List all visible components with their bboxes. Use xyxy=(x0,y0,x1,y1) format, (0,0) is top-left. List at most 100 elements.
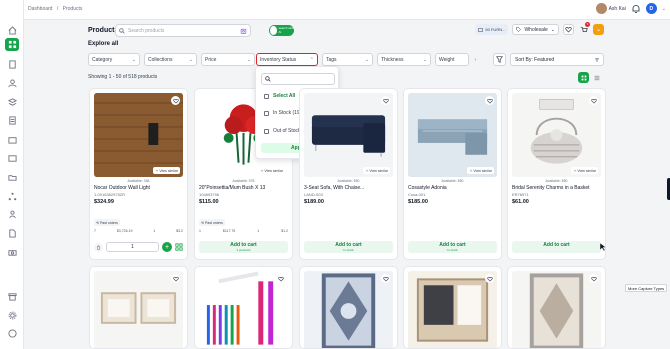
product-image[interactable]: ✧ View similar xyxy=(408,93,497,177)
home-icon[interactable] xyxy=(5,24,19,36)
trash-icon[interactable] xyxy=(94,242,103,252)
checkbox[interactable] xyxy=(264,110,269,116)
product-image[interactable]: ✧ View similar xyxy=(304,93,393,177)
favorite-button[interactable] xyxy=(171,96,180,105)
view-similar-button[interactable]: ✧ View similar xyxy=(571,167,598,174)
product-card[interactable]: ✧ View similar Available: 850 Bridal Sere… xyxy=(507,88,606,260)
filter-price[interactable]: Price ⌄ xyxy=(201,53,255,66)
ai-search-toggle[interactable]: search with AI xyxy=(269,25,294,36)
product-card[interactable] xyxy=(89,266,188,349)
favorite-button[interactable] xyxy=(485,274,494,283)
option-select-all[interactable]: Select All xyxy=(264,93,295,99)
briefcase-icon[interactable] xyxy=(5,133,19,145)
camera-icon[interactable] xyxy=(5,246,19,258)
filter-label: Thickness xyxy=(381,56,404,63)
image-search-icon[interactable] xyxy=(240,28,247,34)
product-card[interactable]: ✧ View similar Available: 650 3-Seat Sofa… xyxy=(299,88,398,260)
checkbox[interactable] xyxy=(264,93,269,99)
favorite-button[interactable] xyxy=(381,274,390,283)
breadcrumb-dashboard[interactable]: Dashboard xyxy=(28,6,52,12)
filter-category[interactable]: Category ⌄ xyxy=(88,53,140,66)
add-to-cart-button[interactable]: Add to cart In stock xyxy=(408,241,497,253)
team-icon[interactable] xyxy=(5,208,19,220)
filter-tags[interactable]: Tags ⌄ xyxy=(322,53,373,66)
product-card[interactable] xyxy=(507,266,606,349)
order-stats: 1 $117.75 1 $1.2 xyxy=(199,229,288,233)
add-to-cart-button[interactable]: Add to cart In stock xyxy=(304,241,393,253)
filter-button[interactable] xyxy=(493,53,506,66)
add-to-cart-button[interactable]: Add to cart 1 products xyxy=(199,241,288,253)
grid-icon[interactable] xyxy=(175,243,183,251)
cart-button[interactable]: 3 xyxy=(578,22,590,35)
help-icon[interactable] xyxy=(5,327,19,339)
filter-label: Collections xyxy=(148,56,173,63)
product-image[interactable] xyxy=(512,271,601,348)
product-card[interactable]: ✧ View similar Available: 348 Nocar Outdo… xyxy=(89,88,188,260)
product-name[interactable]: Nocar Outdoor Wall Light xyxy=(94,185,150,191)
product-name[interactable]: 20"Poinsettia/Mum Bush X 13 xyxy=(199,185,265,191)
product-card[interactable] xyxy=(403,266,502,349)
product-name[interactable]: Bridal Serenity Charms in a Basket xyxy=(512,185,590,191)
favorite-button[interactable] xyxy=(276,274,285,283)
product-image[interactable]: ✧ View similar xyxy=(512,93,601,177)
filter-inventory-status[interactable]: Inventory Status ⌃ xyxy=(256,53,318,66)
orders-icon[interactable] xyxy=(5,58,19,70)
user-icon[interactable] xyxy=(5,77,19,89)
product-card[interactable] xyxy=(299,266,398,349)
product-card[interactable]: ✧ View similar Available: 850 Cosastyle A… xyxy=(403,88,502,260)
cart-dropdown-button[interactable]: ⌄ xyxy=(593,24,604,35)
filter-thickness[interactable]: Thickness ⌄ xyxy=(377,53,431,66)
favorite-button[interactable] xyxy=(381,96,390,105)
product-image[interactable] xyxy=(408,271,497,348)
account-avatar[interactable]: D xyxy=(645,3,657,14)
product-image[interactable] xyxy=(94,271,183,348)
archive-icon[interactable] xyxy=(5,290,19,302)
favorite-button[interactable] xyxy=(589,274,598,283)
view-similar-button[interactable]: ✧ View similar xyxy=(467,167,494,174)
dropdown-search[interactable] xyxy=(261,73,335,85)
top-bar: Dashboard / Products Ash Kai D ⌄ xyxy=(24,0,670,20)
file-icon[interactable] xyxy=(5,227,19,239)
grid-view-button[interactable] xyxy=(578,72,589,83)
pens-image xyxy=(206,271,274,345)
settings-icon[interactable] xyxy=(5,309,19,321)
layers-icon[interactable] xyxy=(5,96,19,108)
list-view-button[interactable] xyxy=(591,72,602,83)
wishlist-button[interactable] xyxy=(563,24,574,35)
folder-icon[interactable] xyxy=(5,171,19,183)
option-label: Select All xyxy=(273,93,296,99)
view-similar-button[interactable]: ✧ View similar xyxy=(363,167,390,174)
products-icon[interactable] xyxy=(5,38,19,51)
checkbox[interactable] xyxy=(264,128,269,134)
filters-next-arrow[interactable]: › xyxy=(471,53,480,66)
heart-icon xyxy=(382,98,389,104)
product-name[interactable]: 3-Seat Sofa, With Chaise... xyxy=(304,185,364,191)
favorite-button[interactable] xyxy=(171,274,180,283)
search-input[interactable] xyxy=(128,27,238,34)
product-image[interactable]: ✧ View similar xyxy=(94,93,183,177)
quantity-input[interactable]: 1 xyxy=(106,242,159,252)
increment-button[interactable]: + xyxy=(162,242,172,252)
filter-weight[interactable]: Weight xyxy=(435,53,469,66)
product-image[interactable] xyxy=(304,271,393,348)
favorite-button[interactable] xyxy=(485,96,494,105)
view-similar-button[interactable]: ✧ View similar xyxy=(258,167,285,174)
product-image[interactable] xyxy=(199,271,288,348)
network-icon[interactable] xyxy=(5,190,19,202)
user-menu[interactable]: Ash Kai xyxy=(595,3,626,14)
store-selector[interactable]: 50 FURN... xyxy=(475,24,509,35)
image-icon[interactable] xyxy=(5,152,19,164)
stat-amount: $3.2 xyxy=(176,229,183,233)
view-similar-button[interactable]: ✧ View similar xyxy=(153,167,180,174)
product-card[interactable] xyxy=(194,266,293,349)
rug-image xyxy=(529,273,584,348)
bell-icon[interactable] xyxy=(631,4,641,14)
add-to-cart-button[interactable]: Add to cart xyxy=(512,241,601,253)
filter-collections[interactable]: Collections ⌄ xyxy=(144,53,197,66)
document-icon[interactable] xyxy=(5,114,19,126)
product-name[interactable]: Cosastyle Adonia xyxy=(408,185,447,191)
wholesale-select[interactable]: Wholesale ⌄ xyxy=(512,24,559,35)
favorite-button[interactable] xyxy=(589,96,598,105)
chevron-down-icon[interactable]: ⌄ xyxy=(662,6,666,12)
sort-select[interactable]: Sort By: Featured xyxy=(510,53,604,66)
